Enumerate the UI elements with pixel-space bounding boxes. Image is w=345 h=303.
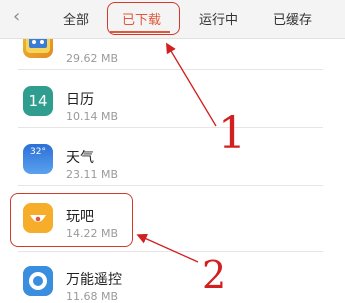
- divider: [18, 69, 323, 70]
- highlight-box-tab: [107, 2, 180, 35]
- highlight-box-app: [10, 193, 133, 247]
- app-size: 11.68 MB: [66, 290, 119, 303]
- app-list: 29.62 MB 14 日历 10.14 MB 32° 天气 23.11 MB …: [0, 39, 345, 303]
- annotation-panel: [323, 39, 345, 303]
- app-size: 23.11 MB: [66, 168, 119, 181]
- remote-control-icon: [23, 266, 53, 296]
- calendar-icon: 14: [23, 86, 53, 116]
- list-item-app-1[interactable]: 29.62 MB: [0, 39, 345, 78]
- tab-cached[interactable]: 已缓存: [273, 9, 312, 28]
- chevron-left-icon[interactable]: ‹: [13, 6, 20, 27]
- weather-icon: 32°: [23, 144, 53, 174]
- annotation-label-2: 2: [202, 253, 227, 297]
- divider: [18, 127, 323, 128]
- app-name: 万能遥控: [66, 272, 122, 288]
- app-name: 日历: [66, 92, 94, 108]
- app-size: 29.62 MB: [66, 52, 119, 65]
- app-size: 10.14 MB: [66, 110, 119, 123]
- annotation-label-1: 1: [218, 108, 246, 159]
- list-item-remote[interactable]: 万能遥控 11.68 MB: [0, 259, 345, 303]
- tab-running[interactable]: 运行中: [199, 9, 238, 28]
- divider: [18, 251, 323, 252]
- app-name: 天气: [66, 150, 94, 166]
- game-app-icon: [23, 39, 53, 58]
- tab-all[interactable]: 全部: [63, 9, 89, 28]
- divider: [18, 185, 323, 186]
